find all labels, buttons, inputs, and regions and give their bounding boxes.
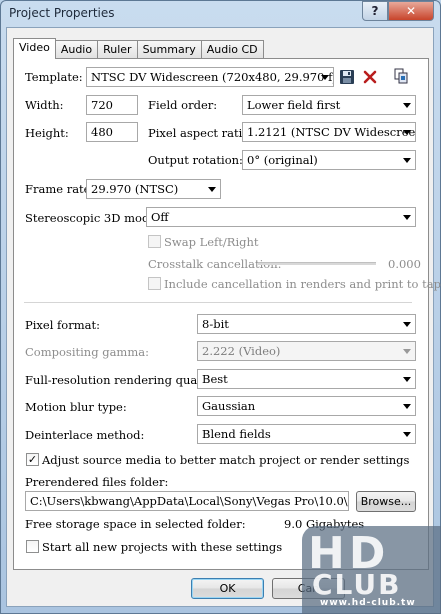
tab-strip: Video Audio Ruler Summary Audio CD bbox=[13, 38, 264, 59]
stereo-mode-value: Off bbox=[151, 210, 169, 224]
template-select[interactable]: NTSC DV Widescreen (720x480, 29.970 fps) bbox=[86, 67, 334, 87]
full-res-quality-select[interactable]: Best bbox=[197, 369, 416, 389]
help-button[interactable]: ? bbox=[362, 1, 388, 21]
output-rotation-label: Output rotation: bbox=[148, 153, 243, 167]
stereo-mode-label: Stereoscopic 3D mode: bbox=[25, 211, 160, 225]
output-rotation-select[interactable]: 0° (original) bbox=[242, 150, 416, 170]
frame-rate-label: Frame rate: bbox=[25, 182, 95, 196]
chevron-down-icon bbox=[403, 158, 411, 163]
window-title: Project Properties bbox=[9, 6, 115, 20]
watermark-url: www.hd-club.tw bbox=[320, 598, 416, 608]
template-value: NTSC DV Widescreen (720x480, 29.970 fps) bbox=[91, 70, 334, 84]
chevron-down-icon bbox=[321, 75, 329, 80]
pixel-aspect-value: 1.2121 (NTSC DV Widescreen) bbox=[247, 125, 416, 139]
output-rotation-value: 0° (original) bbox=[247, 153, 318, 167]
chevron-down-icon bbox=[403, 349, 411, 354]
close-button[interactable]: ✕ bbox=[388, 1, 434, 21]
watermark-logo: HD CLUB www.hd-club.tw bbox=[302, 526, 441, 614]
start-all-label: Start all new projects with these settin… bbox=[42, 540, 283, 554]
width-label: Width: bbox=[25, 98, 64, 112]
pixel-format-select[interactable]: 8-bit bbox=[197, 314, 416, 334]
tab-audio-cd[interactable]: Audio CD bbox=[200, 40, 264, 59]
swap-lr-checkbox[interactable] bbox=[148, 235, 161, 248]
chevron-down-icon bbox=[403, 322, 411, 327]
chevron-down-icon bbox=[403, 404, 411, 409]
tab-video[interactable]: Video bbox=[13, 38, 56, 59]
chevron-down-icon bbox=[403, 377, 411, 382]
frame-rate-value: 29.970 (NTSC) bbox=[91, 182, 179, 196]
pixel-format-value: 8-bit bbox=[202, 317, 229, 331]
compositing-gamma-label: Compositing gamma: bbox=[25, 345, 149, 359]
height-label: Height: bbox=[25, 126, 69, 140]
section-divider bbox=[24, 302, 412, 303]
include-cancellation-label: Include cancellation in renders and prin… bbox=[164, 277, 441, 291]
adjust-source-checkbox[interactable]: ✓ bbox=[26, 453, 39, 466]
template-label: Template: bbox=[25, 70, 83, 84]
swap-lr-label: Swap Left/Right bbox=[164, 235, 259, 249]
motion-blur-select[interactable]: Gaussian bbox=[197, 396, 416, 416]
chevron-down-icon bbox=[403, 103, 411, 108]
stereo-mode-select[interactable]: Off bbox=[146, 207, 416, 227]
chevron-down-icon bbox=[403, 432, 411, 437]
pixel-aspect-label: Pixel aspect ratio: bbox=[148, 126, 254, 140]
width-input[interactable]: 720 bbox=[86, 95, 138, 115]
height-input[interactable]: 480 bbox=[86, 122, 138, 142]
field-order-label: Field order: bbox=[148, 98, 218, 112]
deinterlace-select[interactable]: Blend fields bbox=[197, 424, 416, 444]
full-res-quality-label: Full-resolution rendering quality: bbox=[25, 373, 220, 387]
match-media-icon[interactable] bbox=[393, 68, 409, 84]
crosstalk-slider[interactable] bbox=[258, 262, 376, 265]
crosstalk-value: 0.000 bbox=[388, 257, 421, 271]
browse-button[interactable]: Browse... bbox=[356, 491, 416, 512]
watermark-club: CLUB bbox=[312, 568, 402, 601]
tab-ruler[interactable]: Ruler bbox=[97, 40, 138, 59]
prerendered-label: Prerendered files folder: bbox=[25, 475, 169, 489]
chevron-down-icon bbox=[403, 130, 411, 135]
motion-blur-value: Gaussian bbox=[202, 399, 256, 413]
compositing-gamma-value: 2.222 (Video) bbox=[202, 344, 281, 358]
prerendered-folder-input[interactable]: C:\Users\kbwang\AppData\Local\Sony\Vegas… bbox=[25, 491, 349, 511]
pixel-format-label: Pixel format: bbox=[25, 318, 100, 332]
delete-icon[interactable] bbox=[362, 69, 378, 85]
ok-button[interactable]: OK bbox=[191, 578, 264, 599]
frame-rate-select[interactable]: 29.970 (NTSC) bbox=[86, 179, 221, 199]
include-cancellation-checkbox[interactable] bbox=[148, 277, 161, 290]
save-icon[interactable] bbox=[339, 69, 355, 85]
field-order-select[interactable]: Lower field first bbox=[242, 95, 416, 115]
start-all-checkbox[interactable] bbox=[26, 540, 39, 553]
deinterlace-label: Deinterlace method: bbox=[25, 428, 145, 442]
free-storage-label: Free storage space in selected folder: bbox=[25, 517, 246, 531]
full-res-quality-value: Best bbox=[202, 372, 228, 386]
adjust-source-label: Adjust source media to better match proj… bbox=[42, 453, 410, 467]
chevron-down-icon bbox=[208, 187, 216, 192]
compositing-gamma-select[interactable]: 2.222 (Video) bbox=[197, 341, 416, 361]
deinterlace-value: Blend fields bbox=[202, 427, 271, 441]
field-order-value: Lower field first bbox=[247, 98, 341, 112]
motion-blur-label: Motion blur type: bbox=[25, 400, 127, 414]
tab-summary[interactable]: Summary bbox=[136, 40, 202, 59]
pixel-aspect-select[interactable]: 1.2121 (NTSC DV Widescreen) bbox=[242, 122, 416, 142]
tab-audio[interactable]: Audio bbox=[54, 40, 99, 59]
chevron-down-icon bbox=[403, 215, 411, 220]
